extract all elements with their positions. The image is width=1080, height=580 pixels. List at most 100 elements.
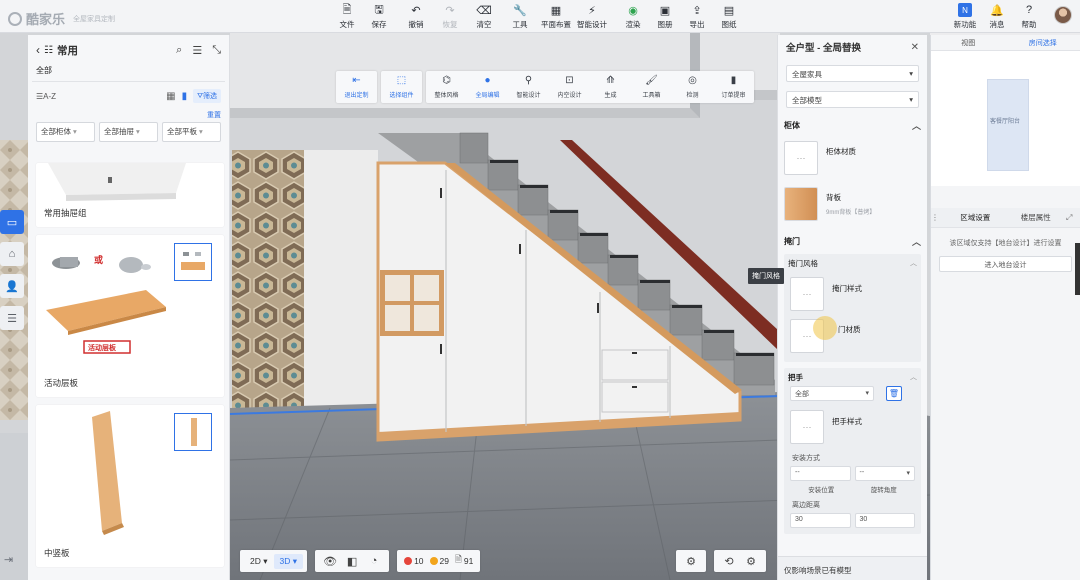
install-captions: 安装位置 旋转角度 (808, 487, 897, 494)
tab-room-select[interactable]: 房间选择 (1006, 35, 1080, 50)
exit-custom-button[interactable]: ⇤ 退出定制 (336, 71, 377, 103)
collapse-icon[interactable]: ⤡ (212, 44, 221, 57)
category-all-label[interactable]: 全部 (28, 65, 229, 81)
cube-icon[interactable]: ◧ (341, 555, 363, 568)
empty-slot[interactable]: ··· (784, 141, 818, 175)
view-2d-button[interactable]: 2D ▾ (244, 554, 274, 569)
floorplan-button[interactable]: ▦ 平面布置 (541, 3, 571, 30)
rotate-angle-select[interactable]: -- ▾ (854, 466, 915, 481)
drawer-filter-dropdown[interactable]: 全部抽屉 ▾ (99, 122, 158, 142)
close-icon[interactable]: ✕ (911, 42, 919, 53)
door-style-subheader[interactable]: 掩门风格 ︿ (784, 254, 921, 272)
clear-icon: ⌫ (476, 4, 492, 17)
user-avatar[interactable] (1054, 6, 1072, 24)
door-style-item[interactable]: ··· 掩门样式 (790, 274, 915, 314)
cabinet-section-header[interactable]: 柜体 ︿ (778, 114, 927, 136)
undo-button[interactable]: ↶ 撤销 (403, 3, 429, 30)
issues-group[interactable]: 10 29 🗎 91 (397, 550, 481, 572)
toggle-icon[interactable]: ⋮ (931, 213, 945, 222)
compass-icon[interactable]: ◔ (363, 555, 385, 567)
card-thumbnail-selected[interactable] (174, 243, 212, 281)
cabinet-material-item[interactable]: ··· 柜体材质 (784, 138, 921, 178)
tools-button[interactable]: 🔧 工具 (507, 3, 533, 30)
selected-thumb-shelf (181, 252, 205, 270)
clear-button[interactable]: ⌫ 清空 (471, 3, 497, 30)
toolbox-button[interactable]: 🖌 工具箱 (631, 71, 672, 103)
rail-cabinet-button[interactable]: ⌂ (0, 242, 24, 266)
chevron-down-icon: ▾ (909, 69, 913, 78)
messages-button[interactable]: 🔔 消息 (984, 3, 1010, 30)
rail-catalog-button[interactable]: ▭ (0, 210, 24, 234)
settings-icon[interactable]: ☰ (192, 44, 202, 57)
chevron-down-icon: ▾ (199, 127, 203, 136)
sort-bar: ☰A-Z ▦ ▮ ⛛筛选 (28, 82, 229, 110)
panel-filter-dropdown[interactable]: 全部平板 ▾ (162, 122, 221, 142)
order-review-button[interactable]: ▮ 订单提审 (713, 71, 754, 103)
view-3d-button[interactable]: 3D ▾ (273, 553, 304, 569)
furniture-scope-select[interactable]: 全屋家具 ▾ (786, 65, 919, 82)
rail-list-button[interactable]: ☰ (0, 306, 24, 330)
handle-filter-select[interactable]: 全部 ▾ (790, 386, 874, 401)
side-handle[interactable] (1075, 243, 1080, 295)
tab-floor-properties[interactable]: 楼层属性 (1006, 212, 1067, 223)
large-view-icon[interactable]: ▮ (182, 91, 188, 102)
exit-group: ⇤ 退出定制 (336, 71, 377, 103)
album-button[interactable]: ▣ 图册 (652, 3, 678, 30)
back-panel-item[interactable]: 背板 9mm背板【普烤】 (784, 184, 921, 224)
rail-exit-icon[interactable]: ⇥ (4, 553, 13, 566)
sort-button[interactable]: ☰A-Z (36, 92, 56, 101)
new-feature-button[interactable]: N 新功能 (952, 3, 978, 30)
render-button[interactable]: ◉ 渲染 (620, 3, 646, 30)
catalog-card-middle-vertical-board[interactable]: 中竖板 (36, 405, 224, 567)
handle-style-item[interactable]: ··· 把手样式 (790, 407, 915, 447)
room-shape[interactable]: 客餐厅阳台 (987, 79, 1029, 171)
edge-distance-input-2[interactable]: 30 (854, 513, 915, 528)
rail-user-button[interactable]: 👤 (0, 274, 24, 298)
select-component-button[interactable]: ⬚ 选择组件 (381, 71, 422, 103)
search-icon[interactable]: ⌕ (176, 44, 182, 57)
global-edit-button[interactable]: ● 全局编辑 (467, 71, 508, 103)
empty-slot[interactable]: ··· (790, 410, 824, 444)
help-button[interactable]: ? 帮助 (1016, 3, 1042, 30)
eye-icon[interactable]: 👁 (319, 555, 341, 568)
empty-slot[interactable]: ··· (790, 277, 824, 311)
lightning-icon: ⚡ (588, 4, 596, 17)
file-button[interactable]: 🗎 文件 (334, 3, 360, 30)
export-button[interactable]: ⇪ 导出 (684, 3, 710, 30)
model-scope-select[interactable]: 全部模型 ▾ (786, 91, 919, 108)
app-logo[interactable]: 酷家乐 全屋家具定制 (8, 9, 115, 28)
save-button[interactable]: 🖫 保存 (366, 3, 392, 30)
grid-view-icon[interactable]: ▦ (166, 91, 175, 102)
detect-button[interactable]: ◎ 检测 (672, 71, 713, 103)
catalog-card-drawer-group[interactable]: 常用抽屉组 (36, 163, 224, 227)
smart-design-sub-button[interactable]: ⚲ 智能设计 (508, 71, 549, 103)
cabinet-filter-dropdown[interactable]: 全部柜体 ▾ (36, 122, 95, 142)
handle-subheader[interactable]: 把手 ︿ (784, 368, 921, 386)
install-position-select[interactable]: -- (790, 466, 851, 481)
wood-swatch[interactable] (784, 187, 818, 221)
expand-icon[interactable]: ⤢ (1066, 213, 1080, 223)
redo-button[interactable]: ↷ 恢复 (437, 3, 463, 30)
tab-region-settings[interactable]: 区域设置 (945, 212, 1006, 223)
back-icon[interactable]: ‹ (36, 43, 40, 57)
camera-settings-icon[interactable]: ⚙ (740, 555, 762, 568)
reset-link[interactable]: 重置 (28, 110, 229, 122)
filter-button[interactable]: ⛛筛选 (193, 89, 221, 103)
catalog-card-movable-shelf[interactable]: 或 活动层板 活动层板 (36, 235, 224, 397)
drawing-button[interactable]: ▤ 图纸 (716, 3, 742, 30)
tab-view[interactable]: 视图 (931, 35, 1006, 50)
door-section-header[interactable]: 掩门 ︿ (778, 230, 927, 252)
overall-style-button[interactable]: ⌬ 整体风格 (426, 71, 467, 103)
generate-button[interactable]: ⟰ 生成 (590, 71, 631, 103)
toggle-icon[interactable]: ⚙ (680, 555, 702, 568)
card-thumbnail-selected[interactable] (174, 413, 212, 451)
delete-handle-button[interactable]: 🗑 (886, 386, 902, 401)
edge-distance-input-1[interactable]: 30 (790, 513, 851, 528)
door-material-item[interactable]: ··· 门材质 (790, 316, 915, 356)
inner-design-button[interactable]: ⊡ 内空设计 (549, 71, 590, 103)
camera-reset-icon[interactable]: ⟲ (718, 555, 740, 568)
enter-platform-design-button[interactable]: 进入地台设计 (939, 256, 1072, 272)
room-minimap[interactable]: 客餐厅阳台 (931, 51, 1080, 186)
region-description: 该区域仅支持【地台设计】进行设置 (949, 240, 1062, 247)
smart-design-button[interactable]: ⚡ 智能设计 (577, 3, 607, 30)
